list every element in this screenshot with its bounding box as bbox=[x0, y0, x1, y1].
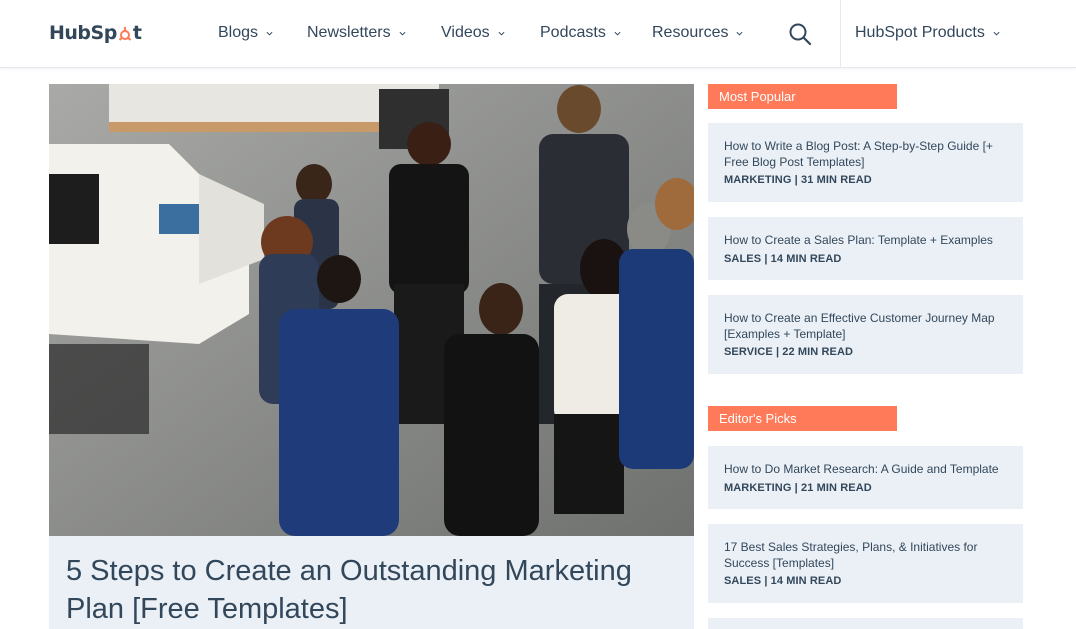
chevron-down-icon bbox=[399, 31, 406, 36]
nav-item-resources[interactable]: Resources bbox=[652, 24, 743, 42]
chevron-down-icon bbox=[266, 31, 273, 36]
nav-label: Videos bbox=[441, 24, 490, 41]
article-title[interactable]: How to Write a Blog Post: A Step-by-Step… bbox=[724, 139, 1007, 170]
hero-article-card[interactable]: 5 Steps to Create an Outstanding Marketi… bbox=[49, 536, 694, 629]
article-meta: SERVICE | 22 MIN READ bbox=[724, 346, 854, 358]
chevron-down-icon bbox=[614, 31, 621, 36]
editors-pick-card[interactable]: How to Do Market Research: A Guide and T… bbox=[708, 446, 1023, 509]
article-meta: MARKETING | 31 MIN READ bbox=[724, 174, 872, 186]
chevron-down-icon bbox=[993, 31, 1000, 36]
site-header: HubSp t Blogs Newsletters Videos Podcast… bbox=[0, 0, 1076, 68]
chevron-down-icon bbox=[736, 31, 743, 36]
nav-item-videos[interactable]: Videos bbox=[441, 24, 505, 42]
article-title[interactable]: How to Create a Sales Plan: Template + E… bbox=[724, 233, 1007, 249]
nav-item-newsletters[interactable]: Newsletters bbox=[307, 24, 406, 42]
nav-label: Podcasts bbox=[540, 24, 606, 41]
chevron-down-icon bbox=[498, 31, 505, 36]
nav-item-blogs[interactable]: Blogs bbox=[218, 24, 273, 42]
nav-label: Resources bbox=[652, 24, 729, 41]
hubspot-sprocket-icon bbox=[118, 26, 132, 41]
header-divider bbox=[840, 0, 841, 68]
article-title[interactable]: 17 Best Sales Strategies, Plans, & Initi… bbox=[724, 540, 1007, 571]
popular-article-card[interactable]: How to Write a Blog Post: A Step-by-Step… bbox=[708, 123, 1023, 202]
most-popular-label: Most Popular bbox=[708, 84, 897, 109]
article-meta: SALES | 14 MIN READ bbox=[724, 252, 842, 265]
nav-label: Newsletters bbox=[307, 24, 391, 41]
article-title[interactable]: How to Do Market Research: A Guide and T… bbox=[724, 462, 1007, 478]
editors-pick-card[interactable]: 17 Best Sales Strategies, Plans, & Initi… bbox=[708, 524, 1023, 603]
logo-text-left: HubSp bbox=[49, 22, 117, 44]
logo-text-right: t bbox=[132, 22, 142, 44]
office-meeting-photo bbox=[49, 84, 694, 536]
hero-image[interactable] bbox=[49, 84, 694, 536]
nav-item-podcasts[interactable]: Podcasts bbox=[540, 24, 621, 42]
popular-article-card[interactable]: How to Create an Effective Customer Jour… bbox=[708, 295, 1023, 374]
editors-picks-label: Editor's Picks bbox=[708, 406, 897, 431]
search-icon[interactable] bbox=[788, 22, 812, 46]
nav-label: Blogs bbox=[218, 24, 259, 41]
article-meta: MARKETING | 21 MIN READ bbox=[724, 481, 872, 494]
nav-item-hubspot-products[interactable]: HubSpot Products bbox=[855, 24, 1000, 42]
article-title[interactable]: How to Create an Effective Customer Jour… bbox=[724, 311, 1007, 342]
hero-article-title[interactable]: 5 Steps to Create an Outstanding Marketi… bbox=[66, 552, 676, 628]
article-meta: SALES | 14 MIN READ bbox=[724, 575, 842, 587]
editors-pick-card-partial[interactable] bbox=[708, 618, 1023, 629]
popular-article-card[interactable]: How to Create a Sales Plan: Template + E… bbox=[708, 217, 1023, 280]
hubspot-logo[interactable]: HubSp t bbox=[49, 22, 142, 44]
nav-label: HubSpot Products bbox=[855, 24, 985, 41]
